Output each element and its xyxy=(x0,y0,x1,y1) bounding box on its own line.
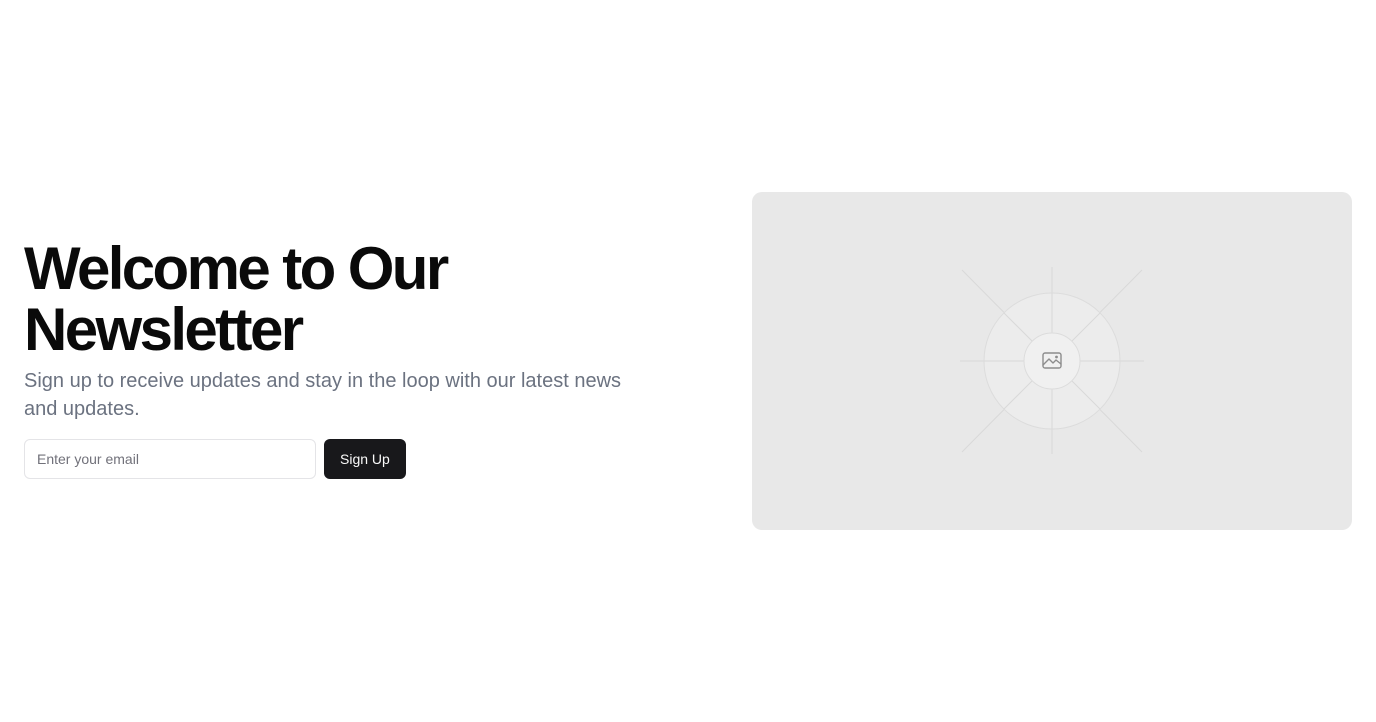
email-input[interactable] xyxy=(24,439,316,479)
image-placeholder xyxy=(752,192,1352,530)
placeholder-graphic xyxy=(960,267,1144,454)
newsletter-page: Welcome to Our Newsletter Sign up to rec… xyxy=(0,0,1376,722)
hero-section: Welcome to Our Newsletter Sign up to rec… xyxy=(24,238,644,479)
hero-subtitle: Sign up to receive updates and stay in t… xyxy=(24,370,622,420)
sign-up-button[interactable]: Sign Up xyxy=(324,439,406,479)
hero-title: Welcome to Our Newsletter xyxy=(24,235,449,363)
placeholder-inner-circle xyxy=(1023,332,1081,390)
signup-form: Sign Up xyxy=(24,439,644,479)
